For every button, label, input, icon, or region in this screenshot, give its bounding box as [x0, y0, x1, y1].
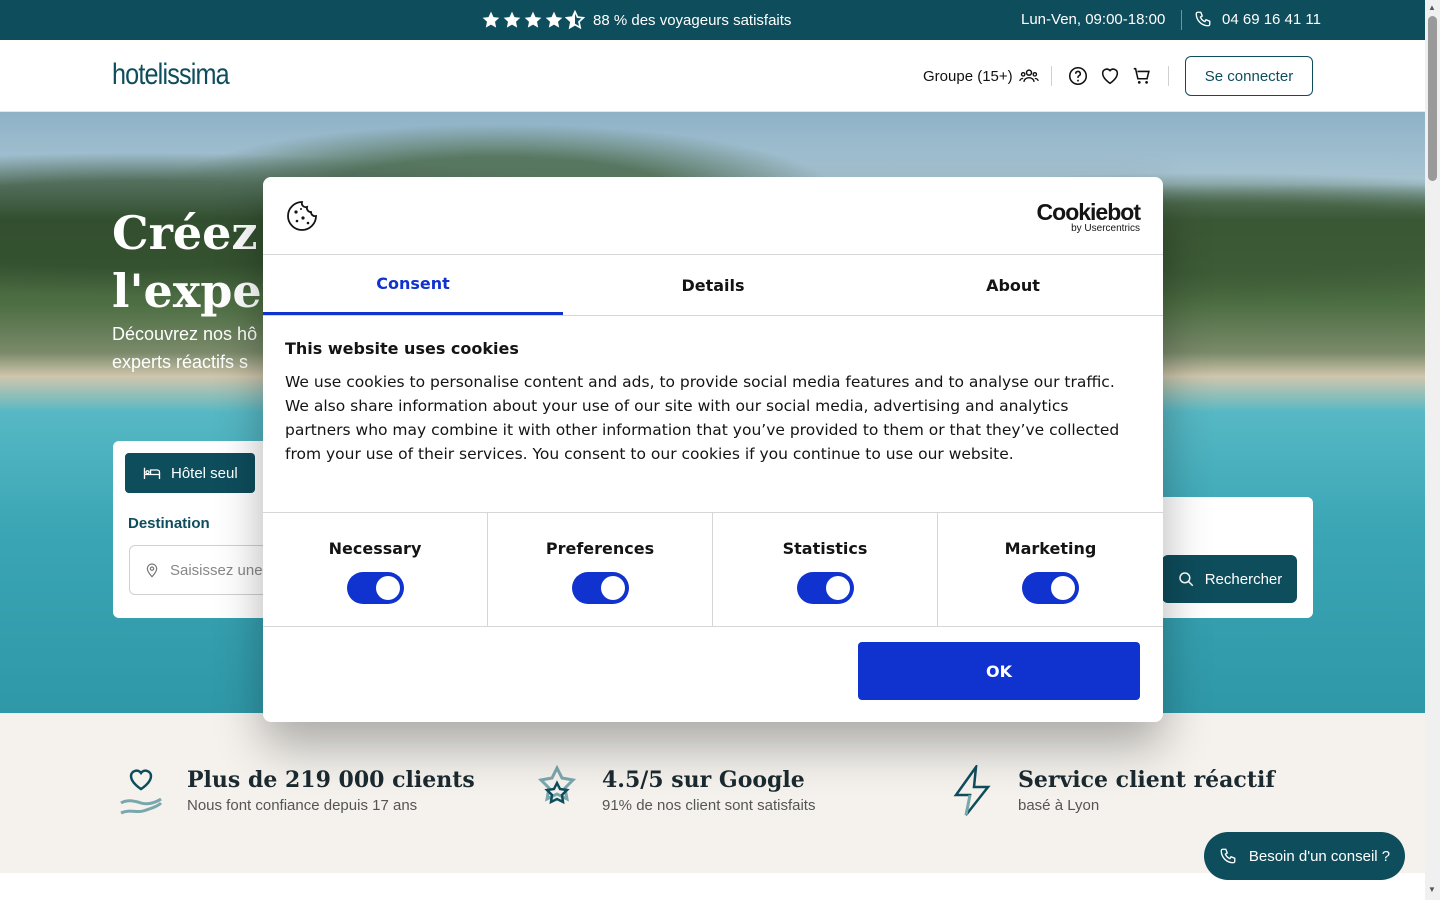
ok-button[interactable]: OK — [858, 642, 1140, 700]
cookie-description: We use cookies to personalise content an… — [285, 373, 1120, 463]
feature-google-rating: 4.5/5 sur Google 91% de nos client sont … — [532, 765, 815, 817]
statistics-toggle[interactable] — [796, 572, 854, 604]
category-necessary: Necessary — [263, 513, 488, 626]
phone-link[interactable]: 04 69 16 41 11 — [1194, 10, 1321, 28]
top-info-bar: 88 % des voyageurs satisfaits Lun-Ven, 0… — [0, 0, 1425, 40]
search-tabs: Hôtel seul — [113, 441, 273, 497]
feature-text: 4.5/5 sur Google 91% de nos client sont … — [602, 765, 815, 817]
group-label: Groupe (15+) — [923, 67, 1013, 85]
star-icon — [545, 11, 563, 28]
tab-label: Hôtel seul — [171, 464, 238, 482]
cookie-heading: This website uses cookies — [285, 339, 519, 358]
advice-button-label: Besoin d'un conseil ? — [1248, 847, 1391, 865]
destination-placeholder: Saisissez une — [170, 561, 263, 579]
category-label: Statistics — [782, 539, 868, 558]
tab-details[interactable]: Details — [563, 255, 863, 315]
category-statistics: Statistics — [713, 513, 938, 626]
heart-icon[interactable] — [1099, 65, 1121, 87]
phone-icon — [1195, 11, 1211, 27]
page-scrollbar[interactable]: ▲ ▼ — [1425, 0, 1440, 900]
cookiebot-logo: Cookiebot by Usercentrics — [1036, 199, 1141, 234]
feature-title: Plus de 219 000 clients — [187, 767, 475, 793]
satisfaction-rating: 88 % des voyageurs satisfaits — [481, 10, 791, 30]
phone-number: 04 69 16 41 11 — [1222, 10, 1321, 28]
category-preferences: Preferences — [488, 513, 713, 626]
scroll-up-arrow-icon[interactable]: ▲ — [1428, 3, 1436, 12]
advice-button[interactable]: Besoin d'un conseil ? — [1204, 832, 1405, 880]
feature-subtitle: basé à Lyon — [1018, 797, 1100, 814]
category-label: Preferences — [545, 539, 655, 558]
destination-label: Destination — [128, 515, 210, 532]
cart-icon[interactable] — [1131, 65, 1153, 87]
phone-icon — [1220, 848, 1236, 864]
opening-hours: Lun-Ven, 09:00-18:00 — [1021, 11, 1166, 28]
marketing-toggle[interactable] — [1022, 572, 1079, 604]
toggle-knob — [600, 576, 625, 600]
star-badge-icon — [537, 765, 577, 805]
users-icon — [1018, 69, 1039, 82]
half-star-icon — [565, 10, 585, 30]
star-icon — [524, 11, 542, 28]
site-logo[interactable]: hotelissima — [112, 58, 230, 92]
bed-icon — [143, 467, 161, 479]
cookie-consent-dialog: Cookiebot by Usercentrics Consent Detail… — [263, 177, 1163, 722]
site-header: hotelissima Groupe (15+) Se connecter — [0, 40, 1425, 112]
feature-title: Service client réactif — [1018, 767, 1275, 793]
divider — [1051, 66, 1052, 86]
search-button-label: Rechercher — [1204, 570, 1283, 588]
rating-text: 88 % des voyageurs satisfaits — [593, 11, 792, 29]
toggle-knob — [375, 576, 400, 600]
toggle-knob — [1051, 576, 1075, 600]
feature-subtitle: 91% de nos client sont satisfaits — [602, 797, 816, 814]
group-booking-link[interactable]: Groupe (15+) — [923, 66, 1039, 86]
scroll-thumb[interactable] — [1428, 16, 1437, 181]
cookie-tabs: Consent Details About — [263, 255, 1163, 316]
scroll-down-arrow-icon[interactable]: ▼ — [1428, 885, 1436, 894]
rating-stars — [481, 10, 585, 30]
help-icon[interactable] — [1067, 65, 1089, 87]
category-label: Marketing — [1004, 539, 1097, 558]
cookie-icon — [287, 201, 317, 231]
category-marketing: Marketing — [938, 513, 1163, 626]
star-icon — [482, 11, 500, 28]
tab-hotel-only[interactable]: Hôtel seul — [125, 453, 255, 493]
category-label: Necessary — [328, 539, 422, 558]
cookiebot-brand: Cookiebot — [1036, 199, 1141, 225]
feature-title: 4.5/5 sur Google — [602, 767, 805, 793]
search-icon — [1178, 572, 1193, 587]
cookie-categories: Necessary Preferences Statistics Marketi… — [263, 512, 1163, 627]
feature-text: Service client réactif basé à Lyon — [1018, 765, 1275, 817]
cookie-body: This website uses cookies We use cookies… — [285, 339, 1135, 466]
toggle-knob — [825, 576, 850, 600]
divider — [1168, 66, 1169, 86]
feature-clients: Plus de 219 000 clients Nous font confia… — [117, 765, 475, 817]
divider — [1181, 10, 1182, 30]
heart-hand-icon — [120, 769, 163, 815]
feature-service: Service client réactif basé à Lyon — [948, 765, 1275, 817]
tab-about[interactable]: About — [863, 255, 1163, 315]
feature-subtitle: Nous font confiance depuis 17 ans — [187, 797, 418, 814]
lightning-icon — [953, 765, 991, 816]
necessary-toggle[interactable] — [346, 572, 404, 604]
feature-text: Plus de 219 000 clients Nous font confia… — [187, 765, 475, 817]
cookie-dialog-header: Cookiebot by Usercentrics — [263, 177, 1163, 255]
preferences-toggle[interactable] — [571, 572, 629, 604]
search-button[interactable]: Rechercher — [1162, 555, 1297, 603]
star-icon — [503, 11, 521, 28]
login-button[interactable]: Se connecter — [1185, 56, 1313, 96]
tab-consent[interactable]: Consent — [263, 255, 563, 315]
location-pin-icon — [146, 563, 158, 578]
